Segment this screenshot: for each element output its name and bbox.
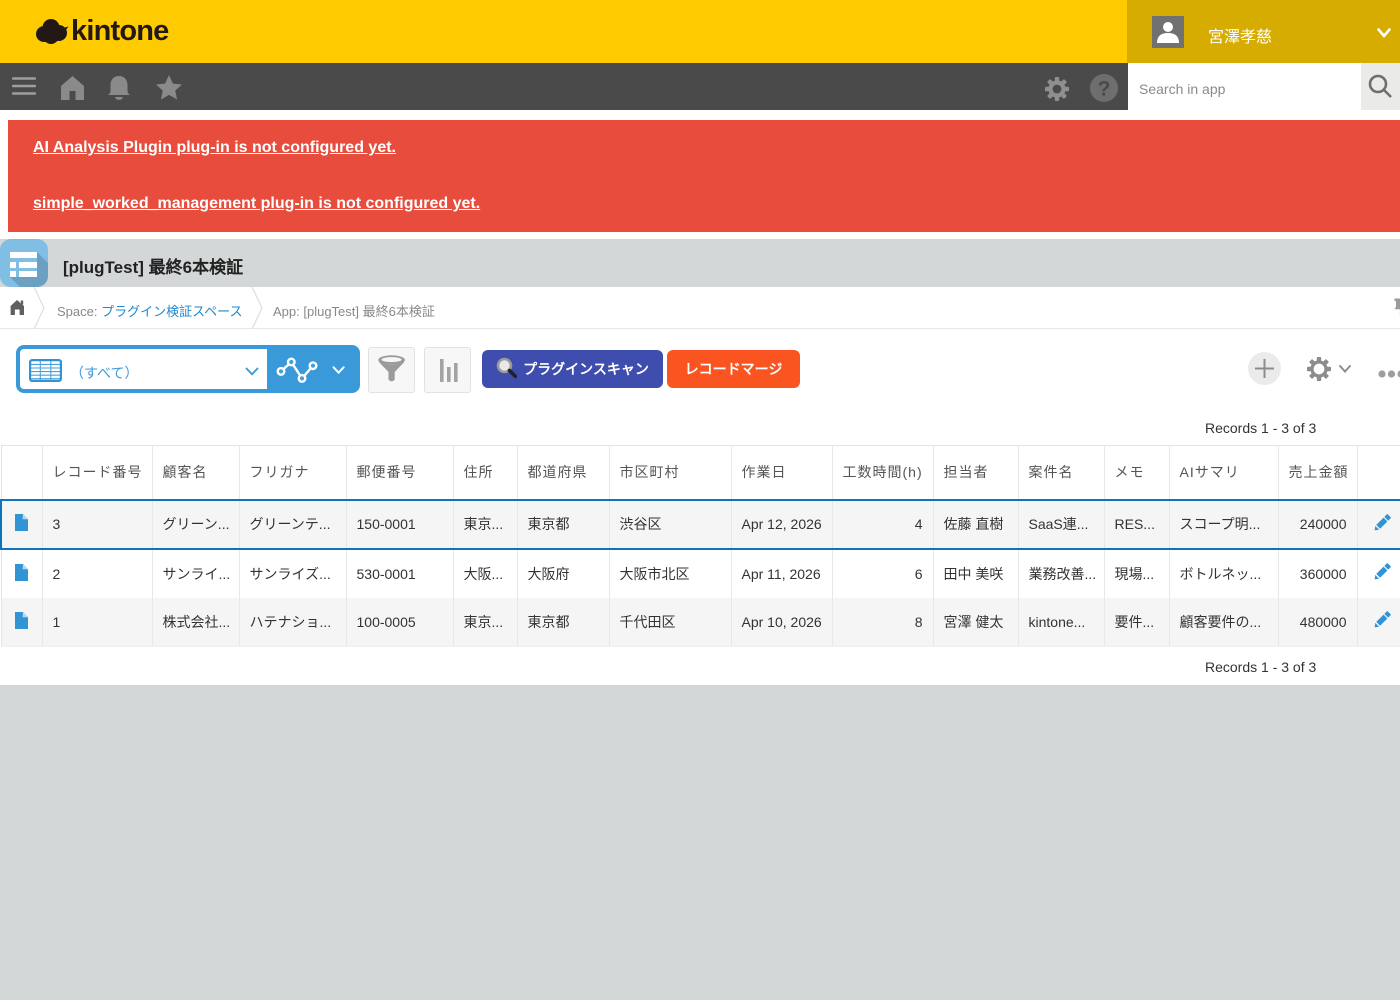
svg-text:?: ? (1098, 78, 1111, 101)
